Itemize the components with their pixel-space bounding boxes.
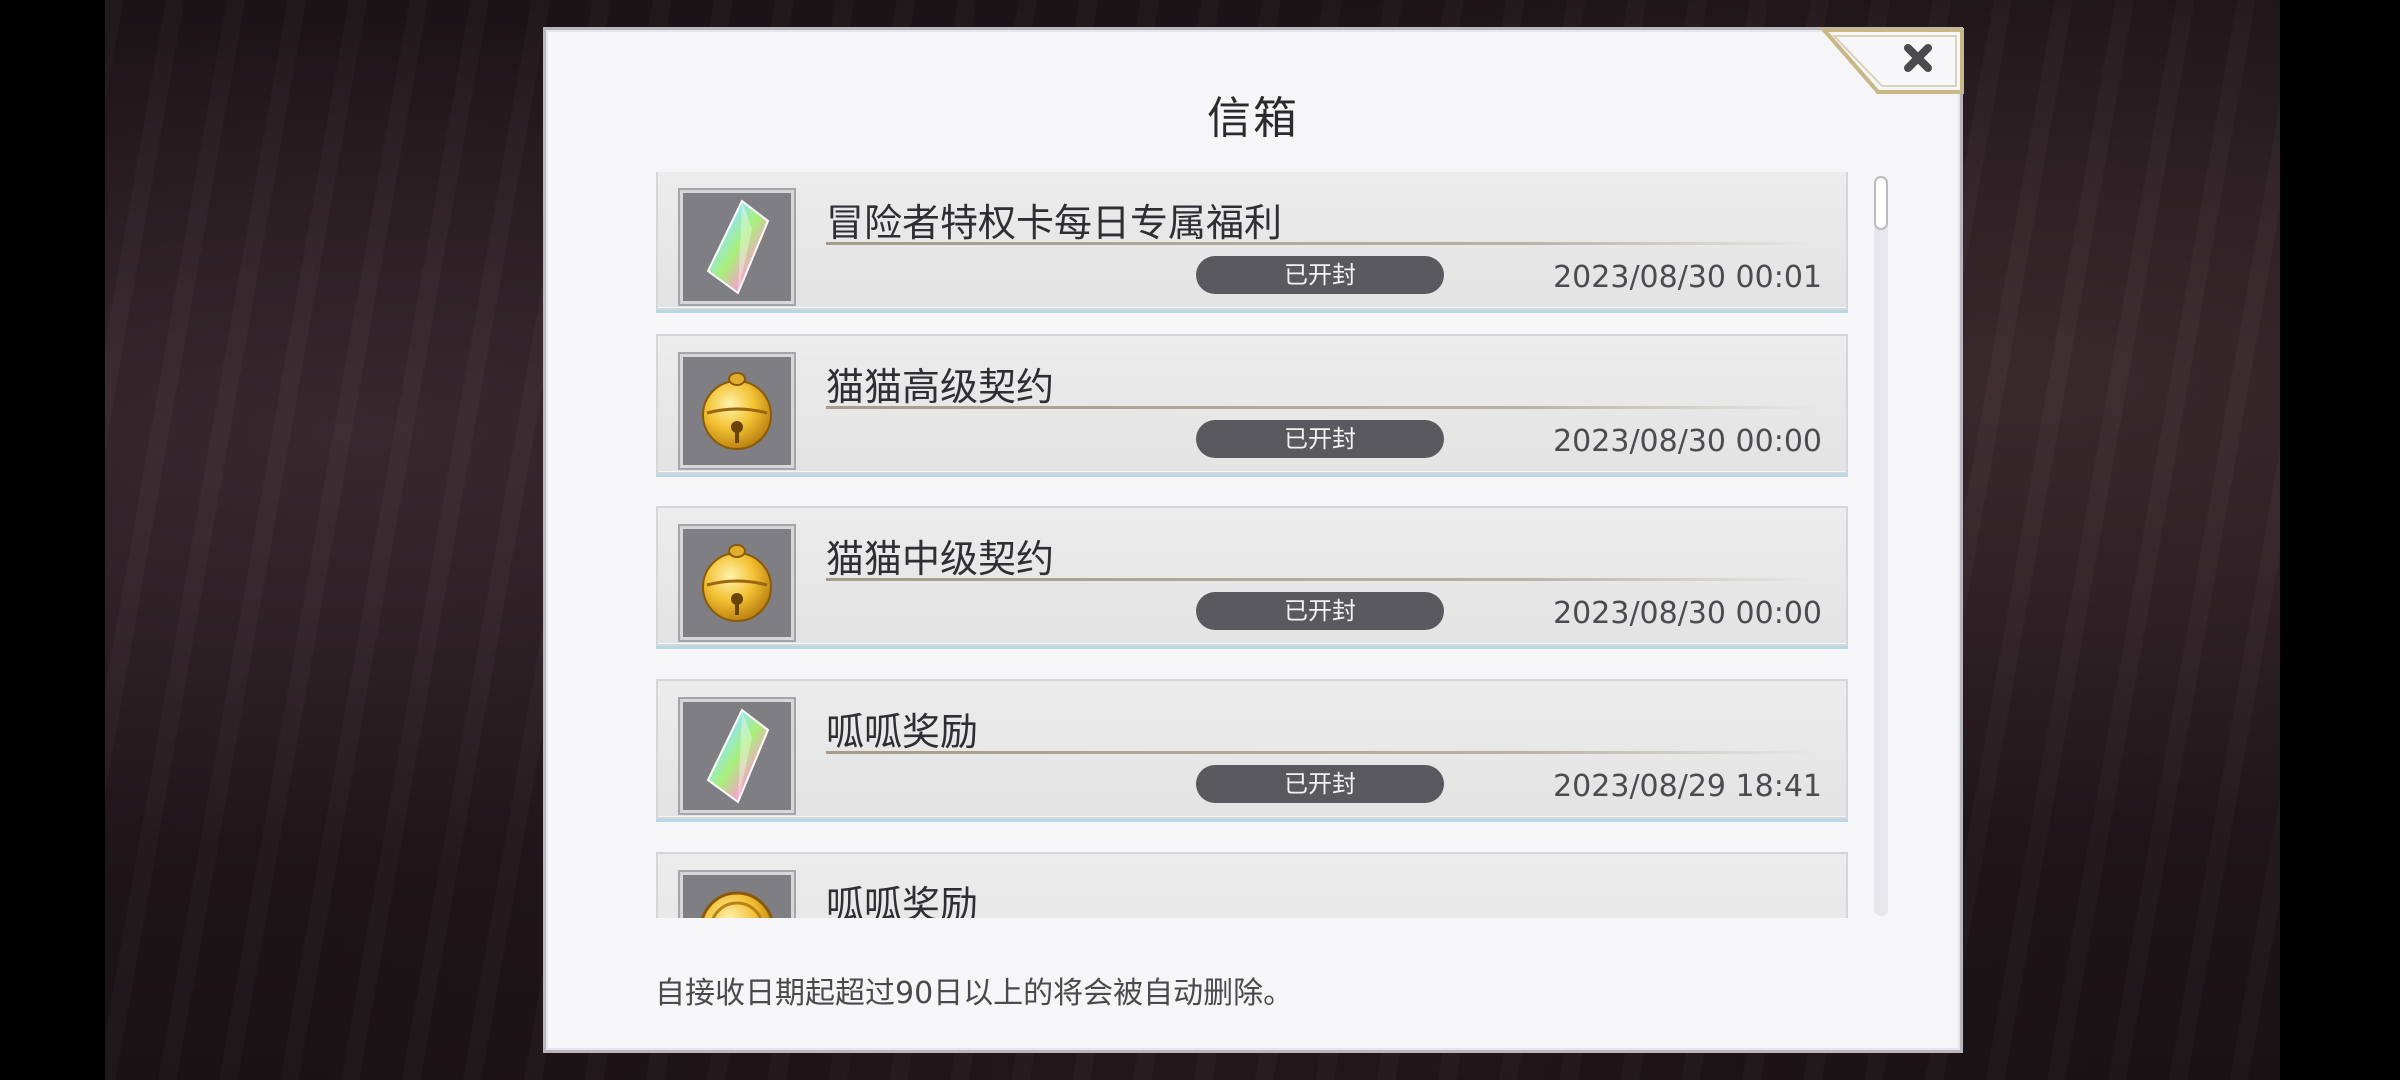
mail-item-date: 2023/08/29 18:41 xyxy=(1553,769,1822,804)
mail-item[interactable]: 猫猫高级契约 已开封 2023/08/30 00:00 xyxy=(656,334,1848,474)
status-badge: 已开封 xyxy=(1196,256,1444,294)
mail-item-icon-frame xyxy=(680,699,794,813)
mail-item-icon-frame xyxy=(680,872,794,918)
gold-coin-icon xyxy=(701,891,773,918)
mail-item[interactable]: 猫猫中级契约 已开封 2023/08/30 00:00 xyxy=(656,506,1848,646)
mail-item-date: 2023/08/30 00:00 xyxy=(1553,424,1822,459)
scrollbar-thumb[interactable] xyxy=(1874,176,1888,230)
mail-item-icon-frame xyxy=(680,190,794,304)
status-badge: 已开封 xyxy=(1196,592,1444,630)
mail-item[interactable]: 冒险者特权卡每日专属福利 已开封 2023/08/30 00:01 xyxy=(656,172,1848,310)
dialog-title: 信箱 xyxy=(1207,93,1299,144)
mail-item-title: 呱呱奖励 xyxy=(826,710,979,754)
title-underline xyxy=(826,406,1816,409)
mail-item-title: 猫猫高级契约 xyxy=(826,365,1055,409)
mail-item-icon-frame xyxy=(680,354,794,468)
title-underline xyxy=(826,751,1816,754)
golden-bell-icon xyxy=(702,544,772,622)
status-badge: 已开封 xyxy=(1196,420,1444,458)
mail-item-title: 猫猫中级契约 xyxy=(826,537,1055,581)
title-underline xyxy=(826,578,1816,581)
auto-delete-notice: 自接收日期起超过90日以上的将会被自动删除。 xyxy=(655,976,1294,1011)
mail-item-icon-frame xyxy=(680,526,794,640)
title-underline xyxy=(826,242,1816,245)
status-badge: 已开封 xyxy=(1196,765,1444,803)
mail-item[interactable]: 呱呱奖励 xyxy=(656,852,1848,918)
rainbow-crystal-icon xyxy=(706,708,770,804)
close-icon xyxy=(1820,28,1964,94)
golden-bell-icon xyxy=(702,372,772,450)
mail-item-date: 2023/08/30 00:00 xyxy=(1553,596,1822,631)
rainbow-crystal-icon xyxy=(706,199,770,295)
mail-item-title: 冒险者特权卡每日专属福利 xyxy=(826,201,1283,245)
mail-list[interactable]: 冒险者特权卡每日专属福利 已开封 2023/08/30 00:01 猫猫高级契约… xyxy=(650,172,1855,918)
mail-item-title: 呱呱奖励 xyxy=(826,883,979,918)
scrollbar[interactable] xyxy=(1874,176,1888,916)
mail-item[interactable]: 呱呱奖励 已开封 2023/08/29 18:41 xyxy=(656,679,1848,819)
mail-item-date: 2023/08/30 00:01 xyxy=(1553,260,1822,295)
close-button[interactable] xyxy=(1820,28,1966,94)
